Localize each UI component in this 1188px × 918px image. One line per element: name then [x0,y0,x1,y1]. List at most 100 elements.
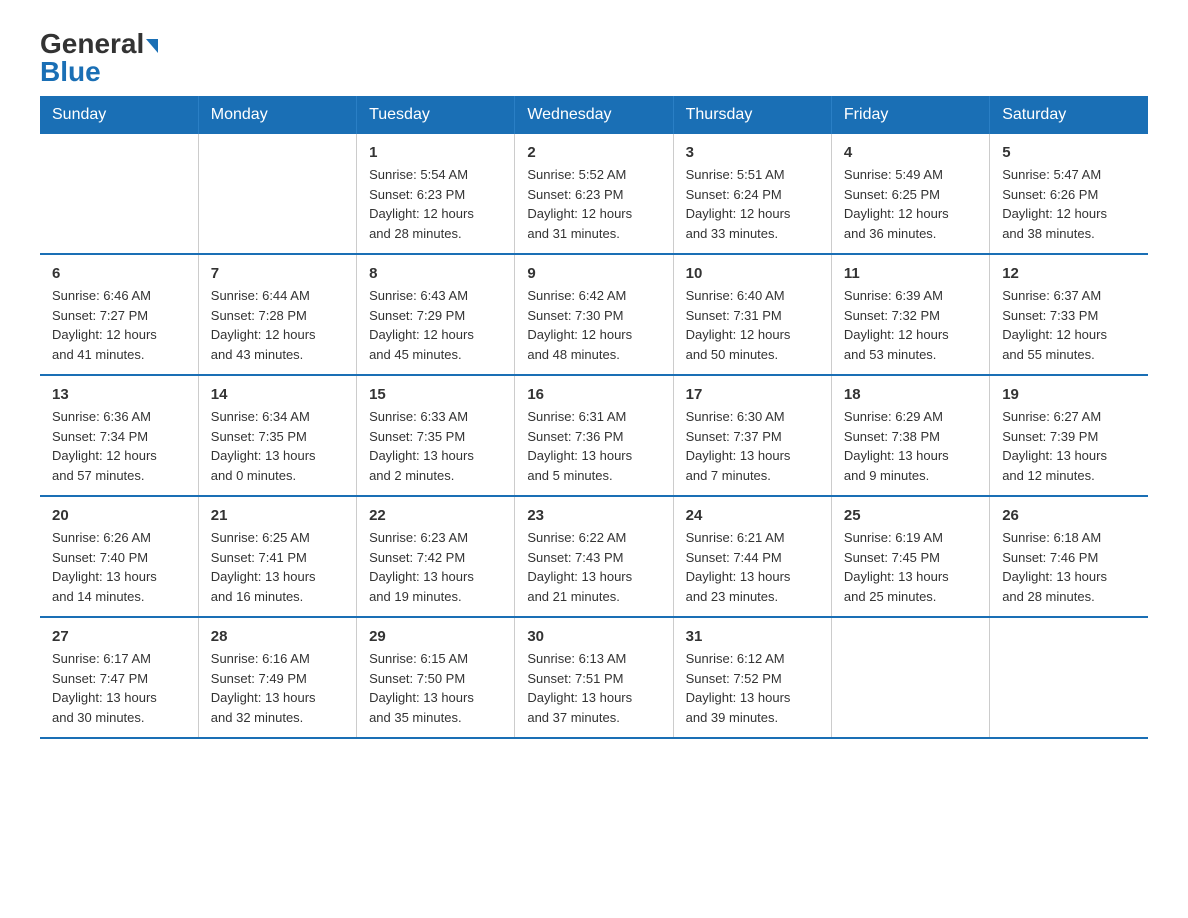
day-info: Sunrise: 6:40 AM Sunset: 7:31 PM Dayligh… [686,286,819,364]
calendar-cell: 18Sunrise: 6:29 AM Sunset: 7:38 PM Dayli… [831,375,989,496]
day-number: 31 [686,628,819,645]
calendar-week-row: 13 Sunrise: 6:36 AM Sunset: 7:34 PM Dayli… [40,375,1148,496]
day-number: 18 [844,386,977,403]
day-number: 29 [369,628,502,645]
day-info: Sunrise: 5:51 AM Sunset: 6:24 PM Dayligh… [686,165,819,243]
calendar-header-saturday: Saturday [990,96,1148,134]
calendar-cell: 11 Sunrise: 6:39 AM Sunset: 7:32 PM Dayli… [831,254,989,375]
day-number: 6 [52,265,186,282]
calendar-header-sunday: Sunday [40,96,198,134]
calendar-week-row: 1Sunrise: 5:54 AM Sunset: 6:23 PM Daylig… [40,134,1148,254]
day-number: 13 [52,386,186,403]
calendar-cell: 24Sunrise: 6:21 AM Sunset: 7:44 PM Dayli… [673,496,831,617]
day-info: Sunrise: 6:19 AM Sunset: 7:45 PM Dayligh… [844,528,977,606]
calendar-table: SundayMondayTuesdayWednesdayThursdayFrid… [40,96,1148,739]
calendar-cell: 21 Sunrise: 6:25 AM Sunset: 7:41 PM Dayli… [198,496,356,617]
calendar-cell: 17 Sunrise: 6:30 AM Sunset: 7:37 PM Dayli… [673,375,831,496]
day-number: 26 [1002,507,1136,524]
day-number: 16 [527,386,660,403]
calendar-cell [831,617,989,738]
day-number: 2 [527,144,660,161]
calendar-cell: 10Sunrise: 6:40 AM Sunset: 7:31 PM Dayli… [673,254,831,375]
day-number: 17 [686,386,819,403]
calendar-cell: 29 Sunrise: 6:15 AM Sunset: 7:50 PM Dayli… [357,617,515,738]
day-info: Sunrise: 6:30 AM Sunset: 7:37 PM Dayligh… [686,407,819,485]
day-number: 25 [844,507,977,524]
day-number: 23 [527,507,660,524]
calendar-cell: 12 Sunrise: 6:37 AM Sunset: 7:33 PM Dayli… [990,254,1148,375]
calendar-cell: 30Sunrise: 6:13 AM Sunset: 7:51 PM Dayli… [515,617,673,738]
day-number: 11 [844,265,977,282]
calendar-cell [40,134,198,254]
calendar-cell: 13 Sunrise: 6:36 AM Sunset: 7:34 PM Dayli… [40,375,198,496]
day-number: 15 [369,386,502,403]
logo: GeneralBlue [40,30,158,86]
day-number: 1 [369,144,502,161]
calendar-cell: 9Sunrise: 6:42 AM Sunset: 7:30 PM Daylig… [515,254,673,375]
logo-blue-text: Blue [40,56,101,87]
calendar-cell: 27 Sunrise: 6:17 AM Sunset: 7:47 PM Dayli… [40,617,198,738]
calendar-cell: 28 Sunrise: 6:16 AM Sunset: 7:49 PM Dayli… [198,617,356,738]
day-info: Sunrise: 6:22 AM Sunset: 7:43 PM Dayligh… [527,528,660,606]
calendar-cell: 2 Sunrise: 5:52 AM Sunset: 6:23 PM Daylig… [515,134,673,254]
calendar-cell: 4 Sunrise: 5:49 AM Sunset: 6:25 PM Daylig… [831,134,989,254]
calendar-cell: 14 Sunrise: 6:34 AM Sunset: 7:35 PM Dayli… [198,375,356,496]
day-number: 30 [527,628,660,645]
day-number: 4 [844,144,977,161]
calendar-cell: 19Sunrise: 6:27 AM Sunset: 7:39 PM Dayli… [990,375,1148,496]
day-number: 21 [211,507,344,524]
day-info: Sunrise: 6:23 AM Sunset: 7:42 PM Dayligh… [369,528,502,606]
logo-triangle-icon [146,39,158,53]
day-number: 24 [686,507,819,524]
calendar-cell: 7 Sunrise: 6:44 AM Sunset: 7:28 PM Daylig… [198,254,356,375]
day-info: Sunrise: 6:34 AM Sunset: 7:35 PM Dayligh… [211,407,344,485]
day-info: Sunrise: 6:16 AM Sunset: 7:49 PM Dayligh… [211,649,344,727]
logo-area: GeneralBlue [40,30,158,86]
day-number: 22 [369,507,502,524]
day-info: Sunrise: 6:25 AM Sunset: 7:41 PM Dayligh… [211,528,344,606]
calendar-week-row: 20Sunrise: 6:26 AM Sunset: 7:40 PM Dayli… [40,496,1148,617]
calendar-cell: 25 Sunrise: 6:19 AM Sunset: 7:45 PM Dayli… [831,496,989,617]
calendar-header-monday: Monday [198,96,356,134]
calendar-cell [198,134,356,254]
day-info: Sunrise: 5:47 AM Sunset: 6:26 PM Dayligh… [1002,165,1136,243]
calendar-cell: 8Sunrise: 6:43 AM Sunset: 7:29 PM Daylig… [357,254,515,375]
day-number: 3 [686,144,819,161]
calendar-header-wednesday: Wednesday [515,96,673,134]
calendar-header-thursday: Thursday [673,96,831,134]
day-info: Sunrise: 6:39 AM Sunset: 7:32 PM Dayligh… [844,286,977,364]
calendar-cell: 20Sunrise: 6:26 AM Sunset: 7:40 PM Dayli… [40,496,198,617]
day-info: Sunrise: 6:37 AM Sunset: 7:33 PM Dayligh… [1002,286,1136,364]
day-info: Sunrise: 5:49 AM Sunset: 6:25 PM Dayligh… [844,165,977,243]
day-info: Sunrise: 6:27 AM Sunset: 7:39 PM Dayligh… [1002,407,1136,485]
day-number: 20 [52,507,186,524]
day-info: Sunrise: 6:33 AM Sunset: 7:35 PM Dayligh… [369,407,502,485]
day-info: Sunrise: 6:15 AM Sunset: 7:50 PM Dayligh… [369,649,502,727]
calendar-cell: 5Sunrise: 5:47 AM Sunset: 6:26 PM Daylig… [990,134,1148,254]
calendar-cell: 15 Sunrise: 6:33 AM Sunset: 7:35 PM Dayli… [357,375,515,496]
day-info: Sunrise: 6:36 AM Sunset: 7:34 PM Dayligh… [52,407,186,485]
calendar-cell: 16Sunrise: 6:31 AM Sunset: 7:36 PM Dayli… [515,375,673,496]
page-header: GeneralBlue [40,30,1148,86]
calendar-cell [990,617,1148,738]
calendar-cell: 1Sunrise: 5:54 AM Sunset: 6:23 PM Daylig… [357,134,515,254]
calendar-cell: 26Sunrise: 6:18 AM Sunset: 7:46 PM Dayli… [990,496,1148,617]
day-number: 27 [52,628,186,645]
calendar-week-row: 27 Sunrise: 6:17 AM Sunset: 7:47 PM Dayli… [40,617,1148,738]
day-info: Sunrise: 5:52 AM Sunset: 6:23 PM Dayligh… [527,165,660,243]
day-info: Sunrise: 6:12 AM Sunset: 7:52 PM Dayligh… [686,649,819,727]
calendar-week-row: 6 Sunrise: 6:46 AM Sunset: 7:27 PM Daylig… [40,254,1148,375]
calendar-cell: 3 Sunrise: 5:51 AM Sunset: 6:24 PM Daylig… [673,134,831,254]
day-info: Sunrise: 6:42 AM Sunset: 7:30 PM Dayligh… [527,286,660,364]
day-number: 28 [211,628,344,645]
day-info: Sunrise: 6:44 AM Sunset: 7:28 PM Dayligh… [211,286,344,364]
day-number: 7 [211,265,344,282]
calendar-header-friday: Friday [831,96,989,134]
day-info: Sunrise: 6:46 AM Sunset: 7:27 PM Dayligh… [52,286,186,364]
day-number: 12 [1002,265,1136,282]
calendar-cell: 23 Sunrise: 6:22 AM Sunset: 7:43 PM Dayli… [515,496,673,617]
day-number: 14 [211,386,344,403]
calendar-header-row: SundayMondayTuesdayWednesdayThursdayFrid… [40,96,1148,134]
calendar-cell: 6 Sunrise: 6:46 AM Sunset: 7:27 PM Daylig… [40,254,198,375]
day-info: Sunrise: 6:17 AM Sunset: 7:47 PM Dayligh… [52,649,186,727]
